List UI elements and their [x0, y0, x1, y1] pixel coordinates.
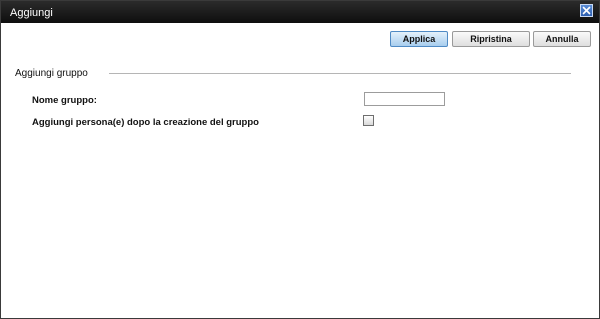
add-group-dialog: Aggiungi Applica Ripristina Annulla Aggi… [0, 0, 600, 319]
close-button[interactable] [580, 4, 593, 17]
cancel-button[interactable]: Annulla [533, 31, 591, 47]
dialog-titlebar: Aggiungi [1, 1, 599, 23]
add-people-label: Aggiungi persona(e) dopo la creazione de… [32, 117, 259, 128]
section-divider [109, 73, 571, 74]
group-name-input[interactable] [364, 92, 445, 106]
reset-button[interactable]: Ripristina [452, 31, 530, 47]
section-title: Aggiungi gruppo [15, 68, 88, 79]
add-people-checkbox[interactable] [363, 115, 374, 126]
apply-button[interactable]: Applica [390, 31, 448, 47]
close-icon [582, 6, 591, 15]
dialog-title: Aggiungi [10, 7, 53, 19]
group-name-label: Nome gruppo: [32, 95, 97, 106]
